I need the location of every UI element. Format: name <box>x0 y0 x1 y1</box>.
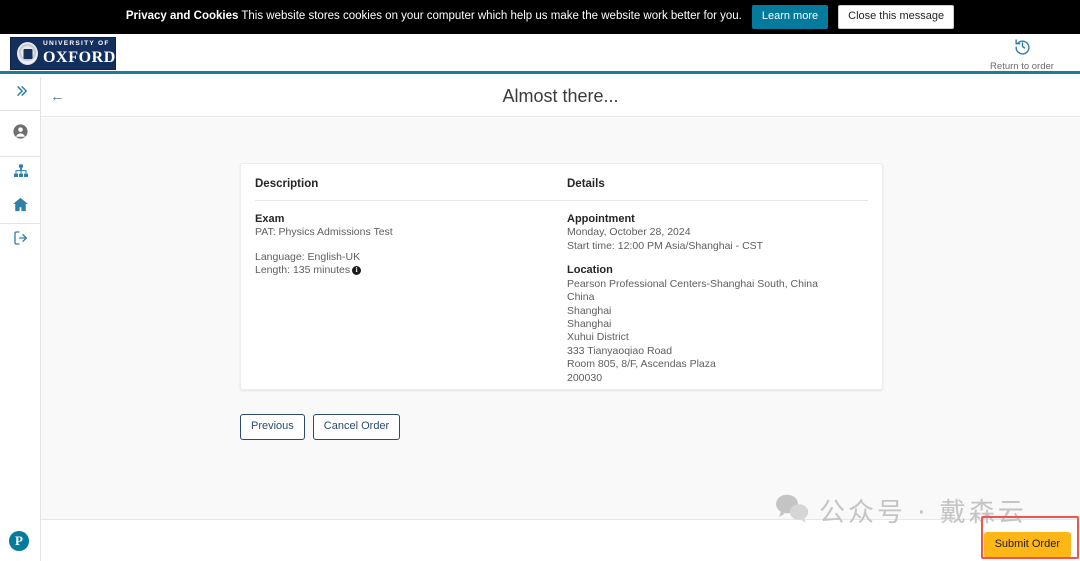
sidebar-item-account[interactable] <box>0 111 41 156</box>
oxford-university-label: UNIVERSITY OF <box>43 40 110 48</box>
content-area: Description Details Exam PAT: Physics Ad… <box>41 118 1080 520</box>
left-sidebar: P <box>0 77 41 561</box>
cookie-consent-banner: Privacy and Cookies This website stores … <box>0 0 1080 34</box>
appointment-time: Start time: 12:00 PM Asia/Shanghai - CST <box>567 239 764 252</box>
location-line: Shanghai <box>567 304 612 317</box>
cookie-banner-text: Privacy and Cookies This website stores … <box>126 11 742 23</box>
appointment-date: Monday, October 28, 2024 <box>567 226 691 239</box>
location-line: Pearson Professional Centers-Shanghai So… <box>567 277 818 290</box>
card-body-row: Exam PAT: Physics Admissions Test Langua… <box>255 213 868 385</box>
pearson-logo-icon[interactable]: P <box>9 531 29 551</box>
site-header: UNIVERSITY OF OXFORD Return to order <box>0 34 1080 74</box>
column-header-details: Details <box>567 178 605 190</box>
oxford-logo[interactable]: UNIVERSITY OF OXFORD <box>10 37 116 70</box>
description-column: Exam PAT: Physics Admissions Test Langua… <box>255 213 567 385</box>
cookie-banner-message: This website stores cookies on your comp… <box>241 10 742 23</box>
sidebar-item-sign-out[interactable] <box>0 224 41 257</box>
history-clock-icon <box>1014 39 1031 59</box>
learn-more-button[interactable]: Learn more <box>751 5 829 29</box>
location-line: Shanghai <box>567 318 612 330</box>
location-line: Xuhui District <box>567 331 629 344</box>
exam-length-text: Length: 135 minutes <box>255 264 351 277</box>
card-divider <box>255 200 868 201</box>
appointment-title: Appointment <box>567 213 635 225</box>
info-icon[interactable]: i <box>352 266 362 276</box>
exam-title: Exam <box>255 213 285 225</box>
cancel-order-button[interactable]: Cancel Order <box>312 414 401 440</box>
previous-button[interactable]: Previous <box>240 414 305 440</box>
location-line: 200030 <box>567 371 603 384</box>
location-line: 333 Tianyaoqiao Road <box>567 344 673 357</box>
account-person-icon <box>12 123 29 145</box>
home-icon <box>12 196 29 218</box>
oxford-name-label: OXFORD <box>43 48 116 66</box>
location-line: Room 805, 8/F, Ascendas Plaza <box>567 358 716 371</box>
oxford-wordmark: UNIVERSITY OF OXFORD <box>43 41 116 66</box>
oxford-crest-icon <box>17 42 38 65</box>
card-header-row: Description Details <box>255 178 868 200</box>
exam-language: Language: English-UK <box>255 250 361 263</box>
exam-name: PAT: Physics Admissions Test <box>255 226 393 239</box>
main-content: ← Almost there... Description Details Ex… <box>41 77 1080 561</box>
exam-length: Length: 135 minutes i <box>255 264 567 277</box>
footer-bar: Submit Order <box>41 520 1080 561</box>
sidebar-item-expand[interactable] <box>0 77 41 110</box>
sidebar-item-home[interactable] <box>0 190 41 223</box>
return-to-order-button[interactable]: Return to order <box>976 38 1068 72</box>
details-column: Appointment Monday, October 28, 2024 Sta… <box>567 213 867 385</box>
page-header: ← Almost there... <box>41 77 1080 117</box>
location-title: Location <box>567 264 613 277</box>
logout-icon <box>13 230 29 251</box>
action-button-row: Previous Cancel Order <box>240 414 401 440</box>
close-message-button[interactable]: Close this message <box>838 5 955 29</box>
submit-order-button[interactable]: Submit Order <box>983 532 1071 558</box>
column-header-description: Description <box>255 178 319 190</box>
sidebar-item-organization[interactable] <box>0 157 41 190</box>
sitemap-icon <box>13 163 29 184</box>
order-detail-card: Description Details Exam PAT: Physics Ad… <box>240 163 883 390</box>
location-lines: Pearson Professional Centers-Shanghai So… <box>567 278 867 386</box>
location-line: China <box>567 291 595 304</box>
page-title: Almost there... <box>502 86 619 106</box>
double-chevron-right-icon <box>14 84 28 103</box>
cookie-banner-title: Privacy and Cookies <box>125 10 239 23</box>
return-to-order-label: Return to order <box>990 61 1054 72</box>
